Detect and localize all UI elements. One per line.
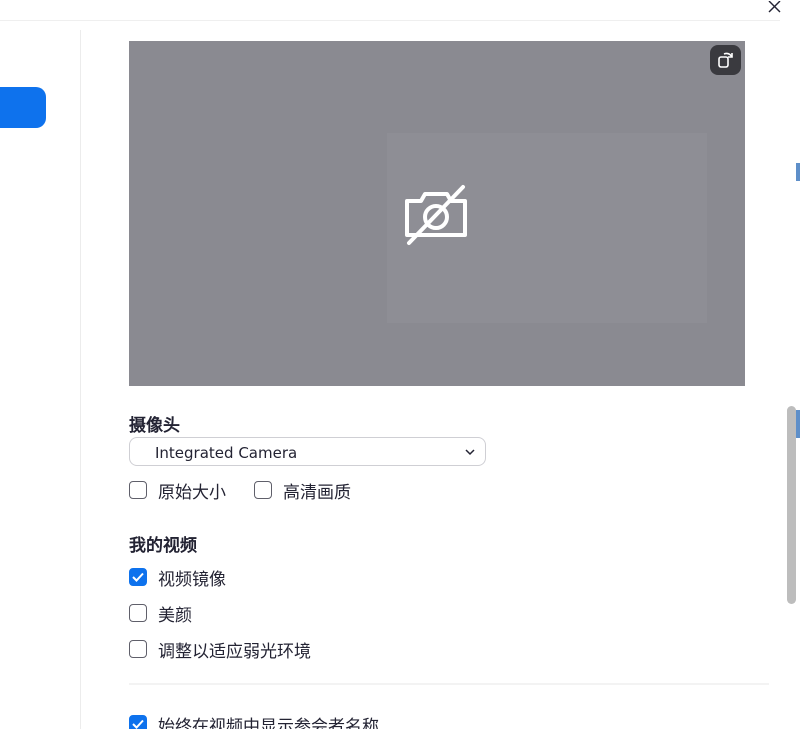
checkbox-box[interactable] — [129, 481, 147, 499]
chevron-down-icon — [465, 449, 475, 456]
sidebar-item-video[interactable] — [0, 87, 46, 128]
scrollbar-thumb[interactable] — [787, 406, 796, 604]
my-video-section-title: 我的视频 — [129, 536, 197, 556]
checkbox-label: 高清画质 — [283, 482, 351, 503]
touch-up-appearance-checkbox[interactable]: 美颜 — [129, 602, 192, 626]
checkbox-box[interactable] — [129, 640, 147, 658]
always-show-names-checkbox[interactable]: 始终在视频中显示参会者名称 — [129, 713, 379, 729]
hd-video-checkbox[interactable]: 高清画质 — [254, 479, 351, 503]
video-settings-window: 摄像头 Integrated Camera 原始大小 高清画质 我的视频 视频镜… — [0, 0, 800, 729]
checkbox-label: 美颜 — [158, 605, 192, 626]
checkbox-label: 调整以适应弱光环境 — [158, 641, 311, 662]
camera-section-title: 摄像头 — [129, 416, 180, 436]
camera-select[interactable]: Integrated Camera — [129, 437, 486, 466]
scrollbar-track[interactable] — [785, 30, 800, 729]
checkbox-label: 始终在视频中显示参会者名称 — [158, 716, 379, 729]
camera-select-value: Integrated Camera — [155, 444, 298, 462]
video-preview — [129, 41, 745, 386]
settings-sidebar — [0, 30, 81, 729]
mirror-video-checkbox[interactable]: 视频镜像 — [129, 566, 226, 590]
background-window-edge — [796, 163, 800, 181]
close-icon — [768, 0, 781, 13]
low-light-adjust-checkbox[interactable]: 调整以适应弱光环境 — [129, 638, 311, 662]
checkbox-box[interactable] — [129, 568, 147, 586]
checkbox-label: 原始大小 — [158, 482, 226, 503]
background-window-edge — [796, 410, 800, 438]
rotate-button[interactable] — [710, 45, 741, 75]
checkbox-box[interactable] — [254, 481, 272, 499]
section-divider — [129, 683, 769, 685]
check-icon — [132, 719, 144, 729]
camera-off-icon — [405, 185, 467, 245]
rotate-icon — [718, 52, 733, 68]
close-button[interactable] — [764, 0, 786, 14]
checkbox-box[interactable] — [129, 715, 147, 729]
title-bar-divider — [0, 20, 780, 21]
check-icon — [132, 572, 144, 582]
original-size-checkbox[interactable]: 原始大小 — [129, 479, 226, 503]
checkbox-label: 视频镜像 — [158, 569, 226, 590]
checkbox-box[interactable] — [129, 604, 147, 622]
